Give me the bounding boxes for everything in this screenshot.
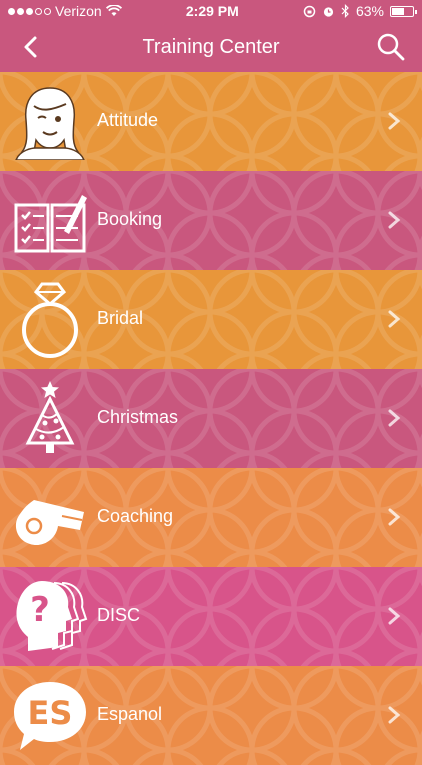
status-left: Verizon [8, 3, 122, 19]
list-item[interactable]: Coaching [0, 468, 422, 567]
wifi-icon [105, 5, 122, 16]
back-chevron-icon[interactable] [18, 34, 44, 60]
battery-fill [392, 7, 404, 15]
christmas-tree-icon [25, 381, 75, 453]
list-item[interactable]: Attitude [0, 72, 422, 171]
chevron-right-icon [388, 508, 401, 526]
carrier-name: Verizon [55, 3, 102, 19]
head-question-icon: ? [16, 581, 88, 651]
battery-percent: 63% [355, 3, 384, 19]
list-item[interactable]: Booking [0, 171, 422, 270]
checklist-book-icon [14, 195, 87, 253]
list-item[interactable]: Bridal [0, 270, 422, 369]
woman-face-icon [15, 87, 85, 160]
list-item-label: Coaching [97, 506, 174, 526]
svg-text:ES: ES [28, 694, 73, 732]
list-item-label: Attitude [97, 110, 159, 130]
search-icon[interactable] [376, 32, 406, 62]
chevron-right-icon [388, 607, 401, 625]
list-item-label: Booking [97, 209, 163, 229]
status-bar: Verizon 2:29 PM 63% [0, 0, 422, 22]
whistle-icon [15, 500, 85, 546]
nav-bar: Training Center [0, 22, 422, 72]
list-item-label: Christmas [97, 407, 179, 427]
diamond-ring-icon [22, 282, 78, 358]
status-time: 2:29 PM [185, 3, 239, 19]
list-item-label: DISC [97, 605, 141, 625]
chevron-right-icon [388, 409, 401, 427]
list-item[interactable]: Christmas [0, 369, 422, 468]
alarm-icon [323, 6, 334, 17]
battery-icon [390, 5, 417, 17]
svg-text:?: ? [30, 590, 50, 630]
rotation-lock-icon [303, 5, 316, 17]
list-item[interactable]: ? DISC [0, 567, 422, 666]
page-title: Training Center [142, 35, 280, 58]
chevron-right-icon [388, 112, 401, 130]
bluetooth-icon [341, 4, 349, 18]
status-right: 63% [303, 3, 417, 19]
chevron-right-icon [388, 211, 401, 229]
list-item[interactable]: ES Espanol [0, 666, 422, 765]
es-speech-bubble-icon: ES [14, 682, 86, 750]
chevron-right-icon [388, 706, 401, 724]
chevron-right-icon [388, 310, 401, 328]
list-item-label: Bridal [97, 308, 144, 328]
training-list: Attitude Booking Bridal Christmas Coachi… [0, 72, 422, 765]
signal-icon [8, 7, 51, 15]
list-item-label: Espanol [97, 704, 163, 724]
